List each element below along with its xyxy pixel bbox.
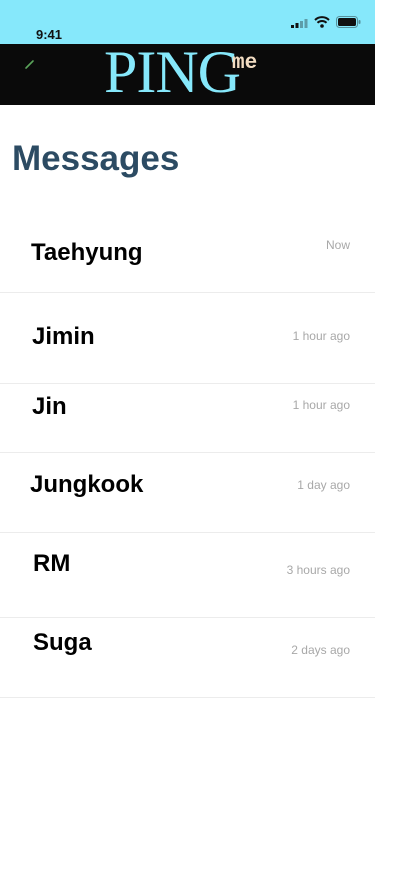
status-bar: 9:41 bbox=[0, 0, 375, 44]
list-item[interactable]: Jungkook 1 day ago bbox=[0, 453, 375, 533]
wifi-icon bbox=[314, 15, 330, 33]
contact-name: Jin bbox=[32, 393, 67, 420]
logo-main-text: PING bbox=[104, 39, 241, 105]
list-item[interactable]: Suga 2 days ago bbox=[0, 618, 375, 698]
message-time: 1 hour ago bbox=[292, 329, 350, 343]
battery-icon bbox=[336, 15, 361, 33]
status-time: 9:41 bbox=[36, 27, 63, 42]
logo-sup-text: me bbox=[232, 52, 258, 75]
status-icons bbox=[291, 15, 361, 33]
contact-name: Jimin bbox=[32, 323, 95, 350]
pencil-icon[interactable] bbox=[24, 57, 36, 69]
contact-name: Jungkook bbox=[30, 471, 144, 498]
message-time: 1 day ago bbox=[297, 478, 350, 492]
contact-name: RM bbox=[33, 550, 71, 577]
list-item[interactable]: Taehyung Now bbox=[0, 213, 375, 293]
list-item[interactable]: Jimin 1 hour ago bbox=[0, 293, 375, 384]
app-screen: 9:41 PING me Messages Taehyung Now Jimin… bbox=[0, 0, 375, 870]
cellular-signal-icon bbox=[291, 15, 308, 33]
contact-name: Taehyung bbox=[31, 239, 143, 266]
message-time: 3 hours ago bbox=[286, 563, 350, 577]
contact-name: Suga bbox=[33, 629, 92, 656]
list-item[interactable]: RM 3 hours ago bbox=[0, 533, 375, 618]
message-time: 2 days ago bbox=[291, 643, 350, 657]
app-header: PING me bbox=[0, 39, 375, 105]
message-time: 1 hour ago bbox=[292, 398, 350, 412]
page-title: Messages bbox=[12, 139, 180, 178]
list-item[interactable]: Jin 1 hour ago bbox=[0, 384, 375, 453]
app-logo: PING me bbox=[104, 39, 257, 105]
message-time: Now bbox=[325, 238, 350, 252]
